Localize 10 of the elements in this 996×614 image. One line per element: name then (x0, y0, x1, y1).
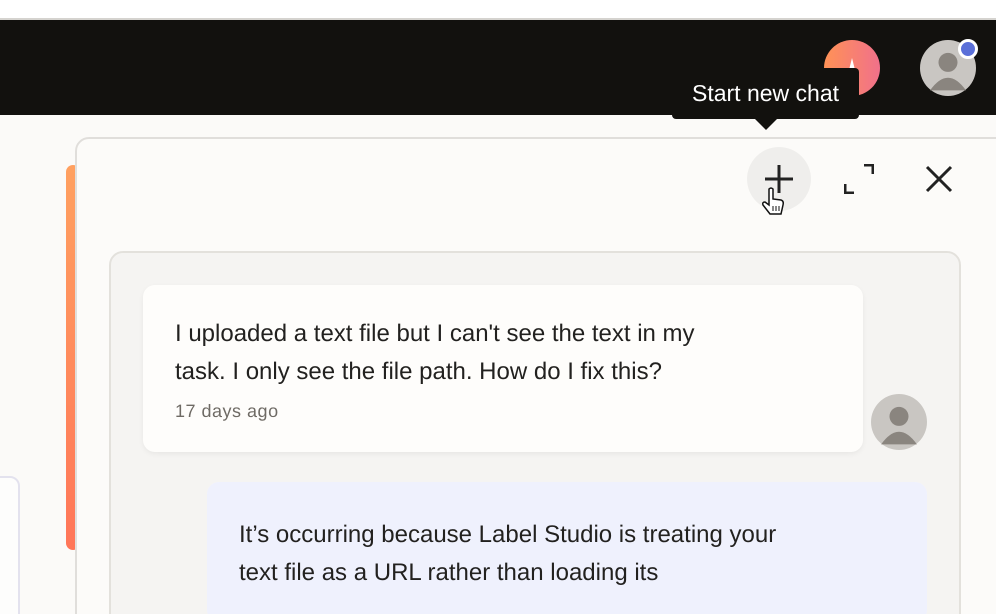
message-time: 17 days ago (175, 401, 280, 422)
user-avatar (871, 394, 927, 450)
pointer-cursor-icon (761, 187, 785, 217)
plus-icon (763, 163, 795, 195)
tooltip: Start new chat (672, 68, 860, 130)
user-avatar (920, 40, 976, 96)
message-text: It’s occurring because Label Studio is treating your text file as a URL rather than loading its (239, 520, 778, 588)
message-text: I uploaded a text file but I can't see the text in my task. I only see the file path. How do I fix this? (175, 319, 696, 387)
expand-icon (844, 164, 874, 194)
close-icon (925, 165, 953, 193)
